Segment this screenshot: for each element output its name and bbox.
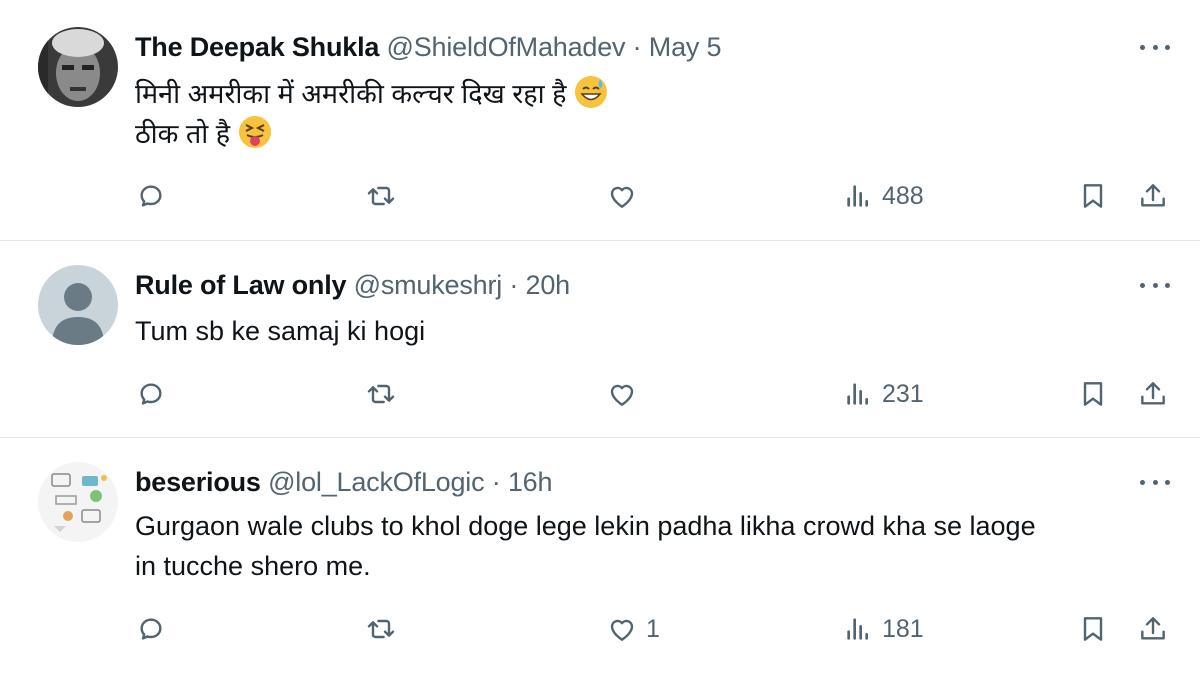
tweet[interactable]: Rule of Law only @smukeshrj · 20h Tum sb…: [0, 241, 1200, 437]
more-icon[interactable]: [1140, 278, 1170, 292]
author-name[interactable]: beserious: [135, 467, 261, 497]
reply-icon: [140, 185, 162, 207]
retweet-button[interactable]: [365, 176, 397, 216]
author-name[interactable]: The Deepak Shukla: [135, 32, 379, 62]
retweet-button[interactable]: [365, 609, 397, 649]
separator-dot: ·: [632, 32, 642, 62]
tweet[interactable]: The Deepak Shukla @ShieldOfMahadev · May…: [0, 0, 1200, 240]
like-button[interactable]: [606, 176, 646, 216]
bookmark-icon: [1083, 184, 1103, 208]
views-button[interactable]: 181: [842, 609, 924, 649]
tweet-text-line: Tum sb ke samaj ki hogi: [135, 316, 426, 346]
share-button[interactable]: [1137, 374, 1169, 414]
more-icon[interactable]: [1140, 475, 1170, 489]
retweet-icon: [367, 384, 395, 404]
tweet-header: The Deepak Shukla @ShieldOfMahadev · May…: [135, 30, 722, 64]
more-icon[interactable]: [1140, 40, 1170, 54]
author-name[interactable]: Rule of Law only: [135, 270, 347, 300]
action-bar: 488: [0, 176, 1200, 216]
share-icon: [1141, 382, 1165, 405]
avatar[interactable]: [38, 265, 118, 345]
share-button[interactable]: [1137, 609, 1169, 649]
separator-dot: ·: [509, 270, 519, 300]
squinting-tongue-emoji: [238, 115, 272, 149]
views-icon: [847, 618, 868, 640]
views-button[interactable]: 231: [842, 374, 924, 414]
retweet-icon: [367, 619, 395, 639]
avatar[interactable]: [38, 462, 118, 542]
views-icon: [847, 383, 868, 405]
heart-icon: [610, 619, 634, 641]
share-icon: [1141, 617, 1165, 640]
grinning-sweat-emoji: [574, 75, 608, 109]
tweet-text: मिनी अमरीका में अमरीकी कल्चर दिख रहा है …: [135, 74, 608, 154]
bookmark-button[interactable]: [1077, 609, 1109, 649]
tweet-timestamp[interactable]: May 5: [649, 32, 722, 62]
bookmark-button[interactable]: [1077, 176, 1109, 216]
reply-button[interactable]: [135, 374, 167, 414]
like-count: 1: [646, 614, 660, 643]
share-icon: [1141, 184, 1165, 207]
action-bar: 231: [0, 374, 1200, 414]
tweet-header: Rule of Law only @smukeshrj · 20h: [135, 268, 570, 302]
reply-icon: [140, 618, 162, 640]
tweet-text-line: Gurgaon wale clubs to khol doge lege lek…: [135, 511, 1036, 541]
bookmark-icon: [1083, 617, 1103, 641]
retweet-button[interactable]: [365, 374, 397, 414]
bookmark-button[interactable]: [1077, 374, 1109, 414]
author-handle[interactable]: @lol_LackOfLogic: [268, 467, 485, 497]
tweet-text: Tum sb ke samaj ki hogi: [135, 311, 425, 351]
tweet-timestamp[interactable]: 20h: [526, 270, 571, 300]
tweet-text-line: in tucche shero me.: [135, 551, 371, 581]
reply-icon: [140, 383, 162, 405]
views-count: 181: [882, 614, 924, 643]
avatar[interactable]: [38, 27, 118, 107]
views-count: 231: [882, 379, 924, 408]
tweet-timestamp[interactable]: 16h: [508, 467, 553, 497]
tweet-text-line: ठीक तो है: [135, 119, 231, 149]
bookmark-icon: [1083, 382, 1103, 406]
author-handle[interactable]: @smukeshrj: [354, 270, 503, 300]
tweet[interactable]: beserious @lol_LackOfLogic · 16h Gurgaon…: [0, 438, 1200, 675]
tweet-header: beserious @lol_LackOfLogic · 16h: [135, 465, 552, 499]
author-handle[interactable]: @ShieldOfMahadev: [387, 32, 626, 62]
separator-dot: ·: [491, 467, 501, 497]
views-count: 488: [882, 181, 924, 210]
reply-button[interactable]: [135, 609, 167, 649]
like-button[interactable]: 1: [606, 609, 660, 649]
share-button[interactable]: [1137, 176, 1169, 216]
heart-icon: [610, 384, 634, 406]
tweet-text-line: मिनी अमरीका में अमरीकी कल्चर दिख रहा है: [135, 79, 567, 109]
reply-button[interactable]: [135, 176, 167, 216]
retweet-icon: [367, 186, 395, 206]
action-bar: 1 181: [0, 609, 1200, 649]
heart-icon: [610, 186, 634, 208]
tweet-text: Gurgaon wale clubs to khol doge lege lek…: [135, 506, 1036, 586]
views-icon: [847, 185, 868, 207]
like-button[interactable]: [606, 374, 646, 414]
views-button[interactable]: 488: [842, 176, 924, 216]
